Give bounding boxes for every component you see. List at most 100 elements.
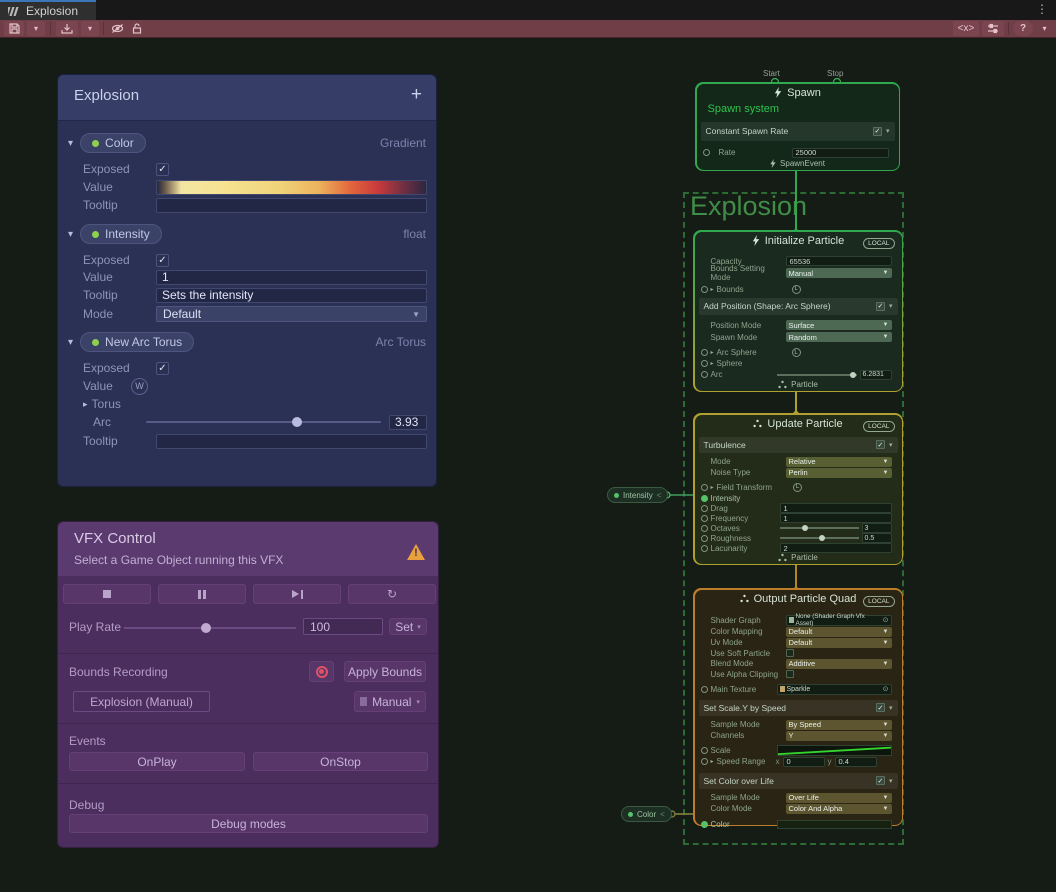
save-as-template-button[interactable] <box>56 21 78 36</box>
chevron-down-icon[interactable]: ▾ <box>68 337 73 348</box>
system-group-label[interactable]: Explosion <box>690 191 807 222</box>
color-mode-dropdown[interactable]: Color And Alpha ▼ <box>786 804 892 814</box>
lacunarity-input[interactable]: 2 <box>780 543 892 553</box>
arc-slider[interactable] <box>777 374 857 376</box>
arc-slider[interactable] <box>146 421 381 423</box>
tab-explosion[interactable]: Explosion <box>0 0 96 20</box>
arc-value-input[interactable]: 3.93 <box>389 415 427 430</box>
object-picker-icon[interactable]: ⊙ <box>883 685 889 693</box>
add-property-button[interactable]: + <box>411 84 422 106</box>
shader-graph-object-field[interactable]: None (Shader Graph Vfx Asset) ⊙ <box>786 615 892 626</box>
main-texture-port[interactable] <box>701 686 708 693</box>
chevron-down-icon[interactable]: ▾ <box>889 704 893 712</box>
particle-output-port[interactable]: Particle <box>695 553 902 562</box>
use-soft-particle-checkbox[interactable] <box>786 649 794 657</box>
speed-range-x-input[interactable]: 0 <box>783 757 825 767</box>
lock-button[interactable] <box>128 21 146 36</box>
set-scale-block[interactable]: Set Scale.Y by Speed ✓ ▾ <box>699 700 898 716</box>
intensity-port[interactable] <box>701 495 708 502</box>
kebab-menu-icon[interactable]: ⋮ <box>1036 2 1048 16</box>
mode-dropdown[interactable]: Default ▼ <box>156 306 427 322</box>
chevron-down-icon[interactable]: ▾ <box>886 127 890 135</box>
bounds-setting-mode-dropdown[interactable]: Manual ▼ <box>786 268 892 278</box>
spawn-output-port[interactable]: SpawnEvent <box>697 159 899 168</box>
noise-type-dropdown[interactable]: Perlin ▼ <box>786 468 892 478</box>
local-space-badge[interactable]: L <box>792 348 801 357</box>
block-enabled-checkbox[interactable]: ✓ <box>876 302 885 311</box>
frequency-input[interactable]: 1 <box>780 513 892 523</box>
restart-button[interactable]: ↻ <box>348 584 436 604</box>
speed-range-port[interactable] <box>701 758 708 765</box>
show-code-button[interactable]: <x> <box>953 21 979 36</box>
collapse-icon[interactable]: < <box>660 810 665 819</box>
bounds-mode-dropdown[interactable]: Manual ▾ <box>354 691 426 712</box>
spawn-stop-port-label[interactable]: Stop <box>827 69 843 78</box>
local-space-badge[interactable]: L <box>793 483 802 492</box>
property-pill-arc-torus[interactable]: New Arc Torus <box>80 332 194 352</box>
object-picker-icon[interactable]: ⊙ <box>883 616 889 624</box>
sphere-port[interactable] <box>701 360 708 367</box>
block-enabled-checkbox[interactable]: ✓ <box>873 127 882 136</box>
roughness-input[interactable]: 0.5 <box>862 533 892 543</box>
toggle-visibility-button[interactable] <box>107 21 127 36</box>
exposed-checkbox[interactable]: ✓ <box>156 254 169 267</box>
exposed-checkbox[interactable]: ✓ <box>156 163 169 176</box>
arc-port[interactable] <box>701 371 708 378</box>
rate-input[interactable]: 25000 <box>792 148 889 158</box>
frequency-port[interactable] <box>701 515 708 522</box>
set-color-block[interactable]: Set Color over Life ✓ ▾ <box>699 773 898 789</box>
color-parameter-node[interactable]: Color < <box>621 806 672 822</box>
scale-port[interactable] <box>701 747 708 754</box>
color-gradient-field[interactable] <box>777 820 892 829</box>
chevron-down-icon[interactable]: ▾ <box>68 229 73 240</box>
value-input[interactable]: 1 <box>156 270 427 285</box>
collapse-icon[interactable]: < <box>657 491 662 500</box>
use-alpha-clipping-checkbox[interactable] <box>786 670 794 678</box>
arc-value-input[interactable]: 6.2831 <box>860 370 892 380</box>
color-port[interactable] <box>701 821 708 828</box>
slider-knob[interactable] <box>292 417 302 427</box>
property-pill-intensity[interactable]: Intensity <box>80 224 162 244</box>
chevron-down-icon[interactable]: ▾ <box>889 441 893 449</box>
property-pill-color[interactable]: Color <box>80 133 146 153</box>
slider-knob[interactable] <box>802 525 808 531</box>
template-dropdown-button[interactable]: ▾ <box>81 21 99 36</box>
help-dropdown-button[interactable]: ▾ <box>1036 21 1053 36</box>
spawn-mode-dropdown[interactable]: Random ▼ <box>786 332 892 342</box>
position-mode-dropdown[interactable]: Surface ▼ <box>786 320 892 330</box>
property-arc-torus-header[interactable]: ▾ New Arc Torus Arc Torus <box>68 332 426 352</box>
set-button[interactable]: Set ▾ <box>389 618 427 635</box>
play-rate-input[interactable]: 100 <box>303 618 383 635</box>
gradient-field[interactable] <box>156 180 427 195</box>
bounds-port[interactable] <box>701 286 708 293</box>
color-mapping-dropdown[interactable]: Default ▼ <box>786 627 892 637</box>
sample-mode-dropdown[interactable]: Over Life ▼ <box>786 793 892 803</box>
bounds-target-field[interactable]: Explosion (Manual) <box>73 691 210 712</box>
channels-dropdown[interactable]: Y ▼ <box>786 731 892 741</box>
chevron-down-icon[interactable]: ▾ <box>889 777 893 785</box>
intensity-parameter-node[interactable]: Intensity < <box>607 487 668 503</box>
drag-port[interactable] <box>701 505 708 512</box>
drag-input[interactable]: 1 <box>780 503 892 513</box>
arc-sphere-port[interactable] <box>701 349 708 356</box>
property-color-header[interactable]: ▾ Color Gradient <box>68 133 426 153</box>
block-enabled-checkbox[interactable]: ✓ <box>876 776 885 785</box>
play-rate-slider[interactable] <box>124 627 296 629</box>
update-particle-node[interactable]: Update Particle LOCAL Turbulence ✓ ▾ Mod… <box>693 413 903 565</box>
onstop-button[interactable]: OnStop <box>253 752 428 771</box>
foldout-icon[interactable]: ▸ <box>711 360 714 367</box>
property-intensity-header[interactable]: ▾ Intensity float <box>68 224 426 244</box>
settings-sliders-button[interactable] <box>982 21 1004 36</box>
save-button[interactable] <box>4 21 24 36</box>
blend-mode-dropdown[interactable]: Additive ▼ <box>786 659 892 669</box>
field-transform-port[interactable] <box>701 484 708 491</box>
particle-output-port[interactable]: Particle <box>695 380 902 389</box>
chevron-down-icon[interactable]: ▾ <box>68 138 73 149</box>
system-name-label[interactable]: Spawn system <box>708 103 780 115</box>
pause-button[interactable] <box>158 584 246 604</box>
foldout-collapsed-icon[interactable]: ▸ <box>83 399 88 410</box>
roughness-slider[interactable] <box>780 537 859 539</box>
spawn-start-port-label[interactable]: Start <box>763 69 780 78</box>
chevron-down-icon[interactable]: ▾ <box>889 302 893 310</box>
lacunarity-port[interactable] <box>701 545 708 552</box>
